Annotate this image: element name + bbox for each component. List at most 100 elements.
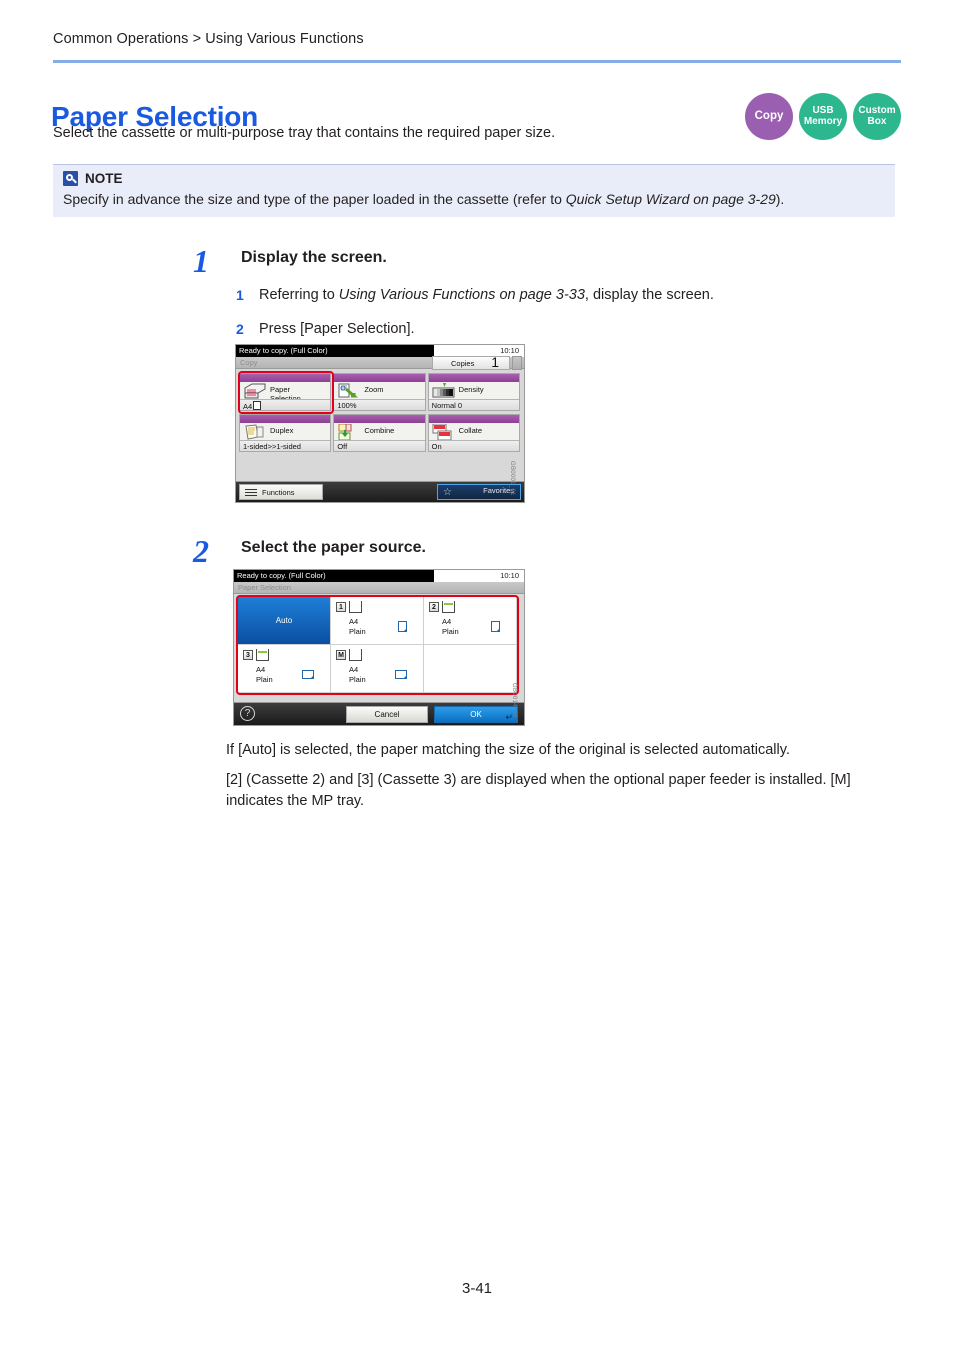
copy-function-grid: PaperSelection A4 Zoom 100%	[239, 373, 520, 452]
cassette-3-size: A4	[256, 665, 266, 674]
cancel-button[interactable]: Cancel	[346, 706, 428, 723]
note-magnifier-icon	[63, 171, 78, 186]
paper-source-auto[interactable]: Auto	[238, 597, 331, 645]
mp-tray-tag: M	[336, 650, 346, 660]
cassette-3-orientation-icon	[302, 670, 314, 679]
cassette-icon	[243, 383, 267, 400]
cassette-2-tray-icon	[442, 601, 455, 613]
density-icon	[432, 383, 456, 400]
paper-source-cassette-2[interactable]: 2 A4 Plain	[424, 597, 517, 645]
step-1-title: Display the screen.	[241, 249, 387, 266]
function-cap	[334, 374, 425, 382]
cassette-3-type: Plain	[256, 674, 273, 684]
function-cap	[240, 374, 331, 382]
step-1-substep-2-number: 2	[236, 321, 244, 337]
copy-screen-bottom-bar: Functions ☆ Favorites	[236, 481, 524, 502]
function-label: Collate	[458, 426, 483, 435]
cassette-1-type: Plain	[349, 626, 366, 636]
step-1-substep-1-number: 1	[236, 287, 244, 303]
badge-custom-box: Custom Box	[853, 93, 901, 140]
copy-screen-tabrow: Copy Copies 1	[236, 354, 524, 370]
function-label: Density	[458, 385, 484, 394]
copies-field[interactable]: Copies 1	[432, 354, 510, 370]
mp-tray-type: Plain	[349, 674, 366, 684]
zoom-icon	[337, 383, 361, 400]
ps-screen-status-message: Ready to copy. (Full Color)	[237, 571, 326, 580]
note-box: NOTE Specify in advance the size and typ…	[53, 164, 895, 217]
function-cap	[334, 415, 425, 423]
badge-custom-box-label-1: Custom	[858, 105, 896, 117]
function-zoom[interactable]: Zoom 100%	[333, 373, 426, 411]
ok-button[interactable]: OK ↵	[434, 706, 518, 723]
paper-size-glyph-icon	[253, 401, 262, 410]
help-icon[interactable]: ?	[240, 706, 255, 721]
badge-copy: Copy	[745, 93, 793, 140]
breadcrumb: Common Operations > Using Various Functi…	[53, 31, 364, 47]
function-value: Normal 0	[428, 399, 519, 410]
step-2-number: 2	[193, 533, 209, 569]
ps-screen-bottom-bar: ? Cancel OK ↵	[234, 702, 524, 725]
function-value: 100%	[334, 399, 425, 410]
cassette-3-tray-icon	[256, 649, 269, 661]
cassette-2-info: A4 Plain	[442, 617, 459, 637]
mp-tray-size: A4	[349, 665, 359, 674]
copies-value: 1	[491, 354, 499, 370]
function-cap	[428, 415, 519, 423]
paper-source-mp-tray[interactable]: M A4 Plain	[331, 645, 424, 693]
substep-1-text-reference: Using Various Functions on page 3-33	[338, 287, 585, 303]
cassette-1-orientation-icon	[398, 621, 407, 632]
copies-stepper[interactable]	[512, 356, 522, 370]
function-duplex[interactable]: Duplex 1-sided>>1-sided	[239, 414, 332, 452]
body-paragraph-1: If [Auto] is selected, the paper matchin…	[226, 742, 790, 758]
body-paragraph-2: [2] (Cassette 2) and [3] (Cassette 3) ar…	[226, 772, 851, 810]
function-label: Combine	[364, 426, 395, 435]
substep-1-text-after: , display the screen.	[584, 287, 714, 303]
mp-tray-icon	[349, 649, 362, 661]
copy-function-screenshot: Ready to copy. (Full Color) 10:10 Copy C…	[235, 344, 525, 503]
cassette-1-tray-icon	[349, 601, 362, 613]
page-subtitle: Select the cassette or multi-purpose tra…	[53, 125, 556, 141]
cassette-2-size: A4	[442, 617, 452, 626]
function-paper-selection[interactable]: PaperSelection A4	[239, 373, 332, 411]
duplex-icon	[243, 424, 267, 441]
function-value: A4	[240, 399, 331, 411]
function-combine[interactable]: Combine Off	[333, 414, 426, 452]
badge-copy-label: Copy	[754, 109, 784, 122]
copy-screen-tab-label: Copy	[240, 358, 258, 367]
cassette-2-type: Plain	[442, 626, 459, 636]
note-text: Specify in advance the size and type of …	[63, 191, 784, 207]
paper-selection-value: A4	[243, 402, 253, 411]
mp-tray-orientation-icon	[395, 670, 407, 679]
combine-icon	[337, 423, 361, 441]
copy-screen-code-tag: GB0001_01	[509, 461, 515, 496]
substep-1-text-before: Referring to	[259, 287, 339, 303]
function-collate[interactable]: Collate On	[427, 414, 520, 452]
function-value: On	[428, 440, 519, 451]
paper-source-cassette-3[interactable]: 3 A4 Plain	[238, 645, 331, 693]
paper-source-cassette-1[interactable]: 1 A4 Plain	[331, 597, 424, 645]
function-value: 1-sided>>1-sided	[240, 440, 331, 451]
step-1-substep-1-text: Referring to Using Various Functions on …	[259, 287, 714, 303]
step-1-number: 1	[193, 243, 209, 279]
function-value: Off	[334, 440, 425, 451]
copy-screen-clock: 10:10	[500, 346, 519, 355]
functions-button[interactable]: Functions	[239, 484, 323, 500]
cassette-1-size: A4	[349, 617, 359, 626]
function-label: Duplex	[270, 426, 294, 435]
badge-usb-memory-label-1: USB	[812, 105, 834, 117]
copy-screen-status-message: Ready to copy. (Full Color)	[239, 346, 328, 355]
cassette-3-tag: 3	[243, 650, 253, 660]
function-cap	[240, 415, 331, 423]
cassette-1-tag: 1	[336, 602, 346, 612]
cassette-1-info: A4 Plain	[349, 617, 366, 637]
step-1-substep-2-text: Press [Paper Selection].	[259, 321, 415, 337]
ok-button-label: OK	[470, 710, 482, 719]
paper-source-grid: Auto 1 A4 Plain 2 A4 Plain 3 A4 Plain M A4 P…	[237, 596, 518, 694]
function-badges: Copy USB Memory Custom Box	[745, 93, 901, 140]
page-number: 3-41	[461, 1280, 493, 1297]
mp-tray-info: A4 Plain	[349, 665, 366, 685]
function-density[interactable]: Density Normal 0	[427, 373, 520, 411]
ps-screen-code-tag: GB0014_00	[511, 683, 517, 718]
collate-icon	[432, 423, 456, 441]
ps-screen-tabrow: Paper Selection	[234, 582, 524, 594]
